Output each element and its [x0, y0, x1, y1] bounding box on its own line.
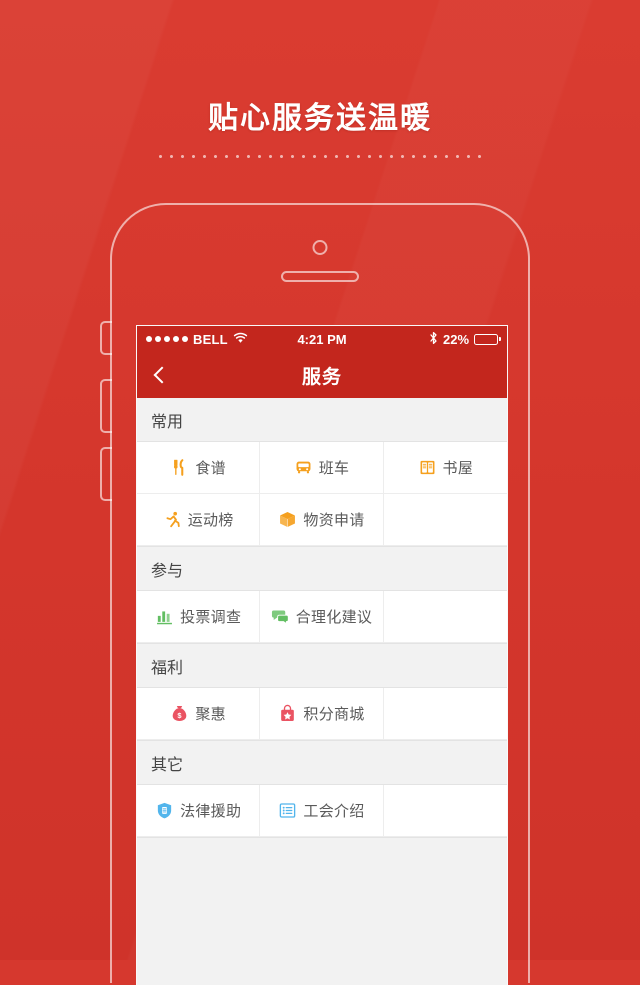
service-item[interactable]: 法律援助: [137, 785, 261, 837]
service-item[interactable]: 合理化建议: [260, 591, 384, 643]
battery-icon: [474, 333, 499, 345]
service-grid: $ 聚惠 积分商城: [137, 688, 507, 741]
signal-strength-icon: [146, 336, 188, 342]
service-grid: 法律援助 工会介绍: [137, 785, 507, 838]
section-title: 其它: [151, 756, 184, 774]
headline-block: 贴心服务送温暖: [0, 100, 640, 159]
poster-background: 贴心服务送温暖 BELL 4:21 PM 22% 服务 常用 食谱 班车 书屋 …: [0, 0, 640, 985]
service-item-label: 书屋: [442, 460, 474, 477]
service-item-label: 物资申请: [303, 512, 365, 529]
service-item[interactable]: 物资申请: [260, 494, 384, 546]
service-item[interactable]: 投票调查: [137, 591, 261, 643]
chat-icon: [271, 610, 289, 625]
service-list: 常用食谱 班车 书屋运动榜 物资申请参与投票调查 合理化建议福利 $ 聚惠 积分商城其它法律援…: [137, 398, 507, 985]
cutlery-icon: [174, 459, 184, 476]
service-item-label: 食谱: [195, 460, 226, 477]
section-title: 参与: [151, 562, 184, 580]
phone-screen: BELL 4:21 PM 22% 服务 常用 食谱 班车 书屋 运动榜 物资申请…: [136, 325, 508, 985]
service-item-label: 积分商城: [303, 706, 365, 723]
bar-chart-icon: [157, 611, 173, 625]
section-header: 常用: [137, 398, 507, 442]
phone-frame: BELL 4:21 PM 22% 服务 常用 食谱 班车 书屋 运动榜 物资申请…: [100, 203, 530, 985]
service-item-label: 班车: [318, 460, 350, 477]
status-bar-right: 22%: [347, 331, 499, 348]
service-item-label: 工会介绍: [303, 803, 365, 820]
chevron-left-icon: [153, 366, 171, 384]
service-item-empty: [383, 688, 507, 740]
bluetooth-icon: [429, 331, 438, 348]
service-item[interactable]: 书屋: [383, 442, 507, 494]
back-button[interactable]: [137, 352, 183, 398]
section-header: 其它: [137, 741, 507, 785]
book-icon: [420, 460, 434, 475]
section-title: 福利: [151, 659, 184, 677]
shopping-bag-icon: [281, 704, 295, 721]
service-item[interactable]: 积分商城: [260, 688, 384, 740]
service-item[interactable]: 运动榜: [137, 494, 261, 546]
service-item[interactable]: 工会介绍: [260, 785, 384, 837]
service-item[interactable]: 班车: [260, 442, 384, 494]
list-icon: [280, 803, 296, 818]
shield-icon: [157, 802, 172, 819]
service-grid: 投票调查 合理化建议: [137, 591, 507, 644]
bus-icon: [296, 461, 311, 474]
money-bag-icon: $: [173, 706, 187, 721]
front-camera-icon: [312, 240, 328, 255]
section-header: 参与: [137, 547, 507, 591]
service-item-label: 法律援助: [180, 803, 242, 820]
service-item-label: 运动榜: [187, 512, 234, 529]
poster-headline: 贴心服务送温暖: [208, 102, 432, 135]
service-item-empty: [383, 785, 507, 837]
service-item-label: 聚惠: [195, 706, 226, 723]
service-item-label: 合理化建议: [295, 609, 373, 626]
service-grid: 食谱 班车 书屋运动榜 物资申请: [137, 442, 507, 547]
navigation-bar: 服务: [137, 352, 507, 398]
runner-icon: [166, 511, 180, 528]
clock-label: 4:21 PM: [297, 331, 347, 347]
status-bar-left: BELL: [146, 332, 297, 347]
section-title: 常用: [151, 413, 184, 431]
page-title: 服务: [301, 366, 342, 388]
mute-switch-button[interactable]: [100, 321, 112, 355]
wifi-icon: [233, 332, 248, 347]
volume-up-button[interactable]: [100, 379, 112, 433]
earpiece-speaker: [281, 271, 359, 282]
service-item-empty: [383, 591, 507, 643]
battery-percent-label: 22%: [442, 331, 470, 347]
dotted-divider: [155, 154, 485, 159]
volume-down-button[interactable]: [100, 447, 112, 501]
service-item-label: 投票调查: [180, 609, 242, 626]
service-item-empty: [383, 494, 507, 546]
section-header: 福利: [137, 644, 507, 688]
carrier-label: BELL: [193, 331, 228, 347]
service-item[interactable]: 食谱: [137, 442, 261, 494]
service-item[interactable]: $ 聚惠: [137, 688, 261, 740]
status-bar: BELL 4:21 PM 22%: [137, 326, 507, 352]
box-icon: [280, 512, 296, 527]
